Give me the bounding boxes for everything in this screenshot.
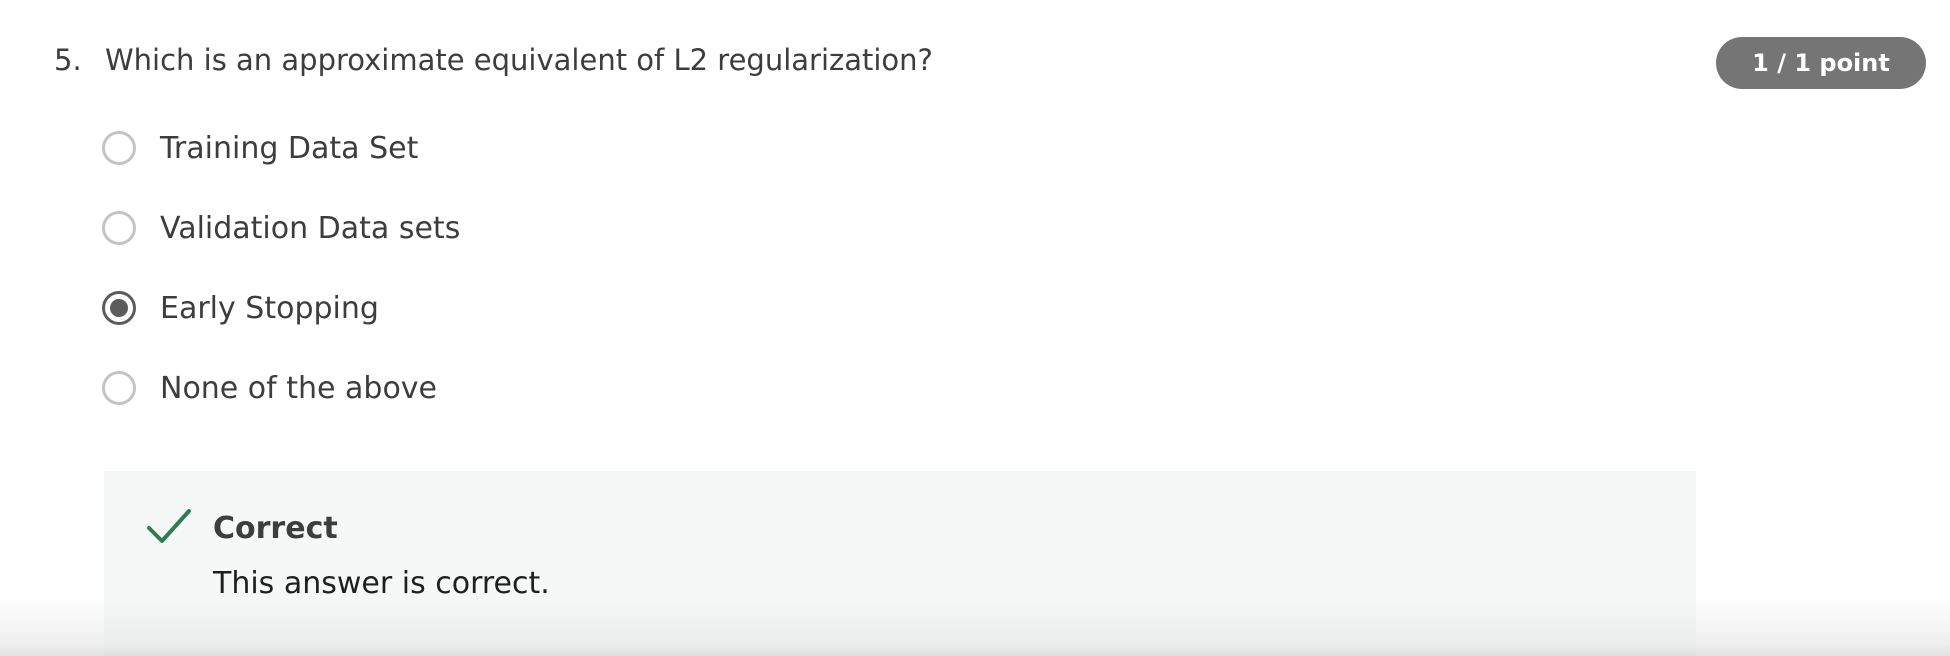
radio-button[interactable] [102,131,136,165]
radio-button[interactable] [102,211,136,245]
option-label: None of the above [160,370,438,406]
check-icon [147,509,191,543]
question-number: 5. [54,43,82,77]
option-label: Early Stopping [160,290,379,326]
feedback-title: Correct [213,511,338,546]
feedback-panel: Correct This answer is correct. [104,471,1696,656]
option-validation-data-sets[interactable]: Validation Data sets [102,200,460,256]
option-label: Validation Data sets [160,210,461,246]
option-none-of-the-above[interactable]: None of the above [102,360,437,416]
option-early-stopping[interactable]: Early Stopping [102,280,379,336]
question-text: Which is an approximate equivalent of L2… [105,43,933,77]
points-badge: 1 / 1 point [1716,37,1926,89]
quiz-page: 5. Which is an approximate equivalent of… [0,0,1950,656]
radio-button[interactable] [102,371,136,405]
radio-button-selected[interactable] [102,291,136,325]
radio-selected-dot [110,299,128,317]
question-header: 5. Which is an approximate equivalent of… [54,38,1950,82]
option-label: Training Data Set [160,130,419,166]
option-training-data-set[interactable]: Training Data Set [102,120,418,176]
feedback-text: This answer is correct. [213,566,550,601]
